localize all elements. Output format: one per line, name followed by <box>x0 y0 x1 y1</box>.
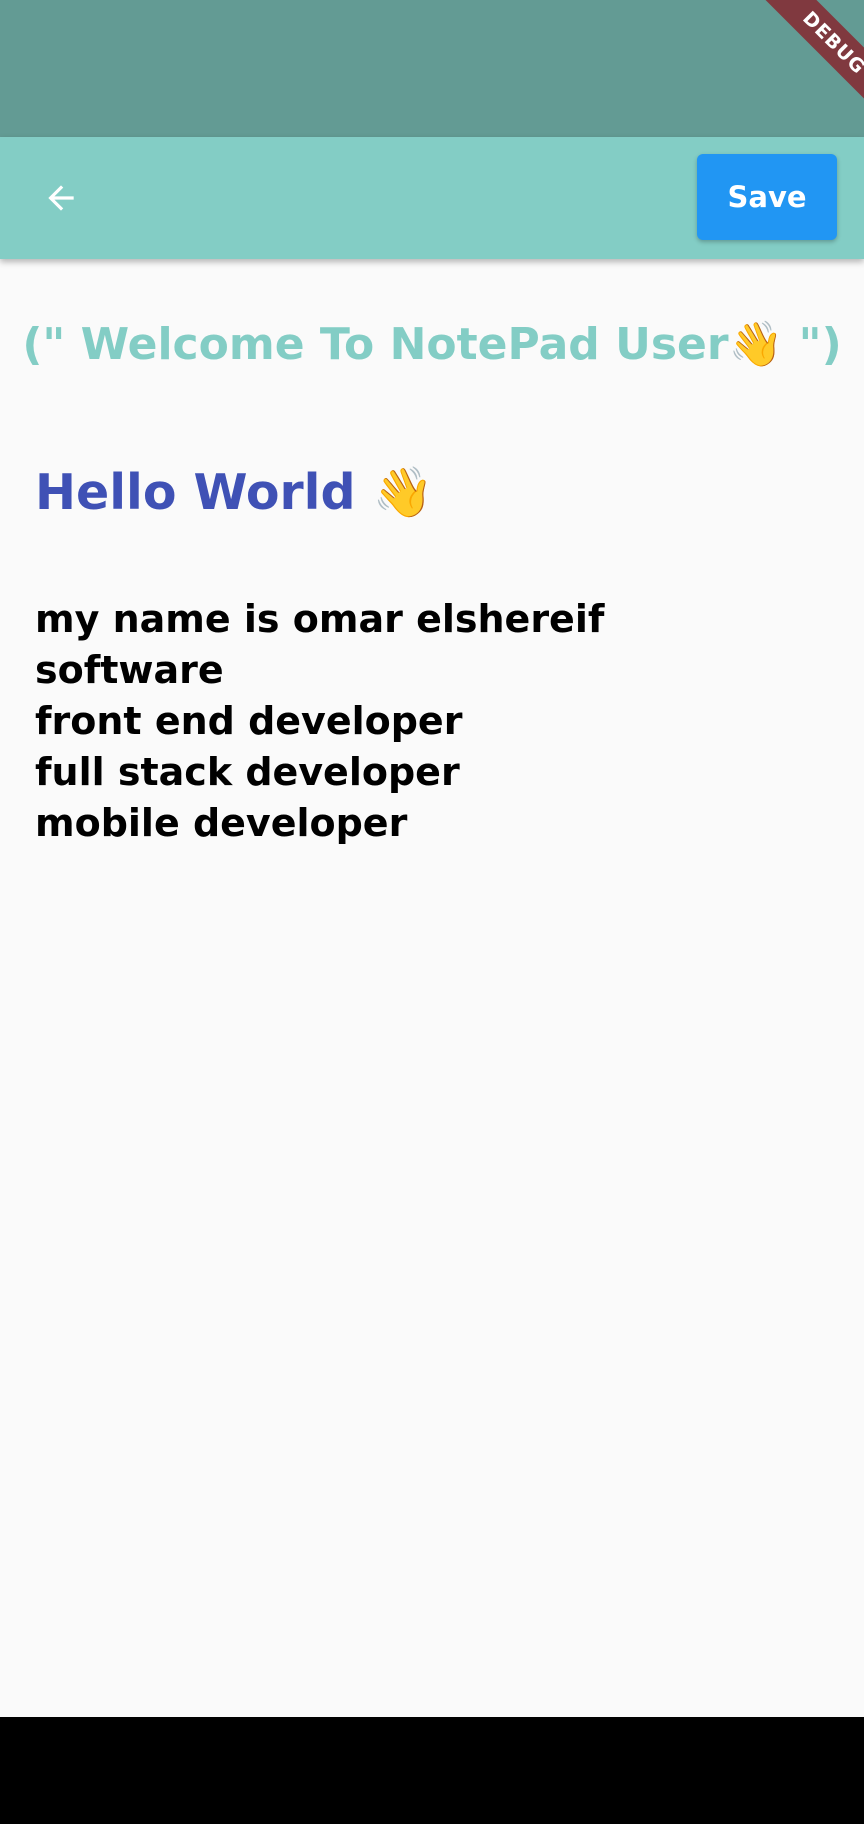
note-body-line: front end developer <box>35 699 463 743</box>
note-title: Hello World 👋 <box>35 464 434 521</box>
arrow-back-icon <box>48 185 74 211</box>
note-body-line: my name is omar elshereif <box>35 597 605 641</box>
back-button[interactable] <box>30 167 92 229</box>
app-bar: Save <box>0 137 864 259</box>
note-body-line: full stack developer <box>35 750 460 794</box>
welcome-banner: (" Welcome To NotePad User👋 ") <box>22 319 842 370</box>
save-button[interactable]: Save <box>697 154 837 240</box>
status-bar <box>0 0 864 137</box>
note-body: my name is omar elshereif software front… <box>35 594 825 849</box>
note-body-line: software <box>35 648 224 692</box>
note-body-line: mobile developer <box>35 801 408 845</box>
navigation-bar <box>0 1717 864 1824</box>
